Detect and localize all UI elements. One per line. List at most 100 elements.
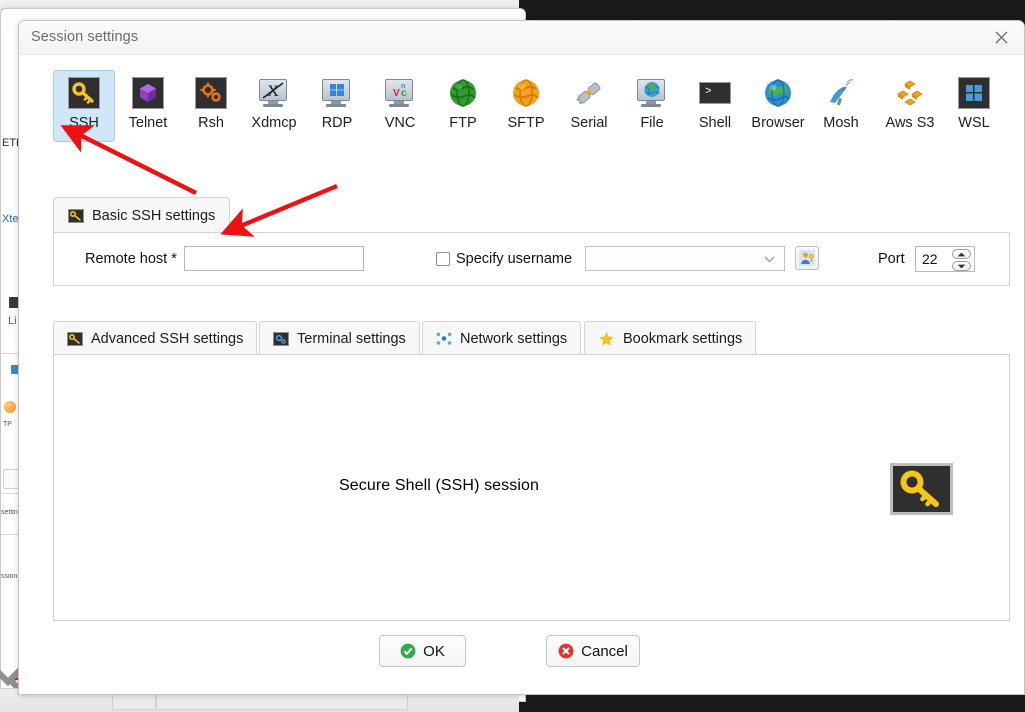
protocol-serial[interactable]: Serial <box>558 70 620 142</box>
chevron-down-icon <box>764 250 775 268</box>
ssh-key-icon <box>67 331 83 346</box>
shell-prompt-icon: > <box>699 77 731 109</box>
settings-tabbar: Advanced SSH settings Terminal settings <box>53 321 1010 355</box>
tab-terminal-settings[interactable]: Terminal settings <box>259 321 420 355</box>
protocol-ftp[interactable]: FTP <box>432 70 494 142</box>
tab-label: Terminal settings <box>297 330 406 347</box>
port-decrement-button[interactable] <box>952 261 971 271</box>
specify-username-checkbox[interactable] <box>436 252 450 266</box>
ok-label: OK <box>423 642 445 660</box>
protocol-label: Telnet <box>128 115 168 131</box>
background-fragment: ssion <box>1 573 18 580</box>
protocol-label: RDP <box>321 115 353 131</box>
ssh-key-icon <box>890 463 953 515</box>
ssh-key-icon <box>68 77 100 109</box>
session-settings-dialog: Session settings SSH Telnet Rsh Xdmcp RD… <box>18 20 1025 695</box>
background-fragment: TP <box>3 421 12 428</box>
basic-settings-panel: Remote host * Specify username Port 22 <box>53 232 1010 286</box>
user-key-icon <box>799 250 815 266</box>
xdmcp-x-icon: X <box>258 77 290 109</box>
tab-basic-ssh-settings[interactable]: Basic SSH settings <box>53 197 231 233</box>
triangle-down-icon <box>957 264 966 268</box>
rsh-gears-icon <box>195 77 227 109</box>
protocol-aws-s3[interactable]: Aws S3 <box>873 70 947 142</box>
protocol-rdp[interactable]: RDP <box>306 70 368 142</box>
telnet-cube-icon <box>132 77 164 109</box>
protocol-file[interactable]: File <box>621 70 683 142</box>
remote-host-label: Remote host * <box>85 251 177 267</box>
dialog-titlebar: Session settings <box>19 21 1024 55</box>
protocol-sftp[interactable]: SFTP <box>495 70 557 142</box>
remote-host-input[interactable] <box>184 246 364 271</box>
protocol-wsl[interactable]: WSL <box>943 70 1005 142</box>
serial-plug-icon <box>573 77 605 109</box>
aws-cubes-icon <box>894 77 926 109</box>
protocol-label: Rsh <box>198 115 224 131</box>
protocol-rsh[interactable]: Rsh <box>180 70 242 142</box>
cancel-button[interactable]: Cancel <box>546 635 640 667</box>
protocol-label: SFTP <box>507 115 545 131</box>
protocol-label: SSH <box>69 115 99 131</box>
tab-label: Basic SSH settings <box>92 207 216 224</box>
tab-label: Bookmark settings <box>623 330 743 347</box>
protocol-label: Xdmcp <box>251 115 297 131</box>
protocol-label: FTP <box>449 115 477 131</box>
x-circle-icon <box>558 643 574 659</box>
mosh-dish-icon <box>825 77 857 109</box>
user-picker-button[interactable] <box>795 246 819 270</box>
background-fragment: Xte <box>2 213 19 225</box>
protocol-label: VNC <box>384 115 416 131</box>
tab-label: Network settings <box>460 330 568 347</box>
port-spinner[interactable]: 22 <box>915 246 975 272</box>
ssh-key-icon <box>68 208 84 223</box>
tab-advanced-ssh-settings[interactable]: Advanced SSH settings <box>53 321 258 355</box>
protocol-selector: SSH Telnet Rsh Xdmcp RDP V c n VNC FTP S… <box>35 70 1010 144</box>
screen: ETP Xte Li TP settin ssion Session setti… <box>0 0 1025 712</box>
protocol-label: Aws S3 <box>885 115 935 131</box>
svg-text:V: V <box>393 88 400 99</box>
protocol-label: Browser <box>751 115 805 131</box>
vnc-monitor-icon: V c n <box>384 77 416 109</box>
tab-bookmark-settings[interactable]: Bookmark settings <box>584 321 757 355</box>
port-value: 22 <box>922 251 938 267</box>
file-globe-icon <box>636 77 668 109</box>
protocol-label: Serial <box>570 115 608 131</box>
triangle-up-icon <box>957 252 966 256</box>
dialog-title: Session settings <box>31 29 139 45</box>
protocol-xdmcp[interactable]: X Xdmcp <box>243 70 305 142</box>
protocol-vnc[interactable]: V c n VNC <box>369 70 431 142</box>
rdp-windows-icon <box>321 77 353 109</box>
ok-button[interactable]: OK <box>379 635 466 667</box>
close-button[interactable] <box>978 21 1024 53</box>
tab-network-settings[interactable]: Network settings <box>422 321 582 355</box>
cancel-label: Cancel <box>581 642 628 660</box>
network-nodes-icon <box>436 331 452 346</box>
port-label: Port <box>878 251 905 267</box>
ftp-globe-icon <box>447 77 479 109</box>
protocol-label: File <box>640 115 664 131</box>
sftp-globe-icon <box>510 77 542 109</box>
protocol-shell[interactable]: > Shell <box>684 70 746 142</box>
svg-text:X: X <box>267 83 279 100</box>
background-orange-mark <box>4 401 16 413</box>
protocol-label: Shell <box>698 115 732 131</box>
protocol-ssh[interactable]: SSH <box>53 70 115 142</box>
close-icon <box>995 31 1007 43</box>
protocol-mosh[interactable]: Mosh <box>810 70 872 142</box>
port-increment-button[interactable] <box>952 249 971 259</box>
session-description-panel: Secure Shell (SSH) session <box>53 354 1010 621</box>
protocol-label: WSL <box>958 115 990 131</box>
username-combobox[interactable] <box>585 246 785 271</box>
check-circle-icon <box>400 643 416 659</box>
session-description-text: Secure Shell (SSH) session <box>339 477 540 494</box>
terminal-gear-icon <box>273 331 289 346</box>
svg-text:>: > <box>705 86 712 98</box>
specify-username-label: Specify username <box>456 251 573 267</box>
protocol-telnet[interactable]: Telnet <box>117 70 179 142</box>
background-fragment: settin <box>1 509 18 516</box>
tab-label: Advanced SSH settings <box>91 330 244 347</box>
protocol-browser[interactable]: Browser <box>747 70 809 142</box>
browser-globe-icon <box>762 77 794 109</box>
protocol-label: Mosh <box>823 115 859 131</box>
wsl-windows-icon <box>958 77 990 109</box>
